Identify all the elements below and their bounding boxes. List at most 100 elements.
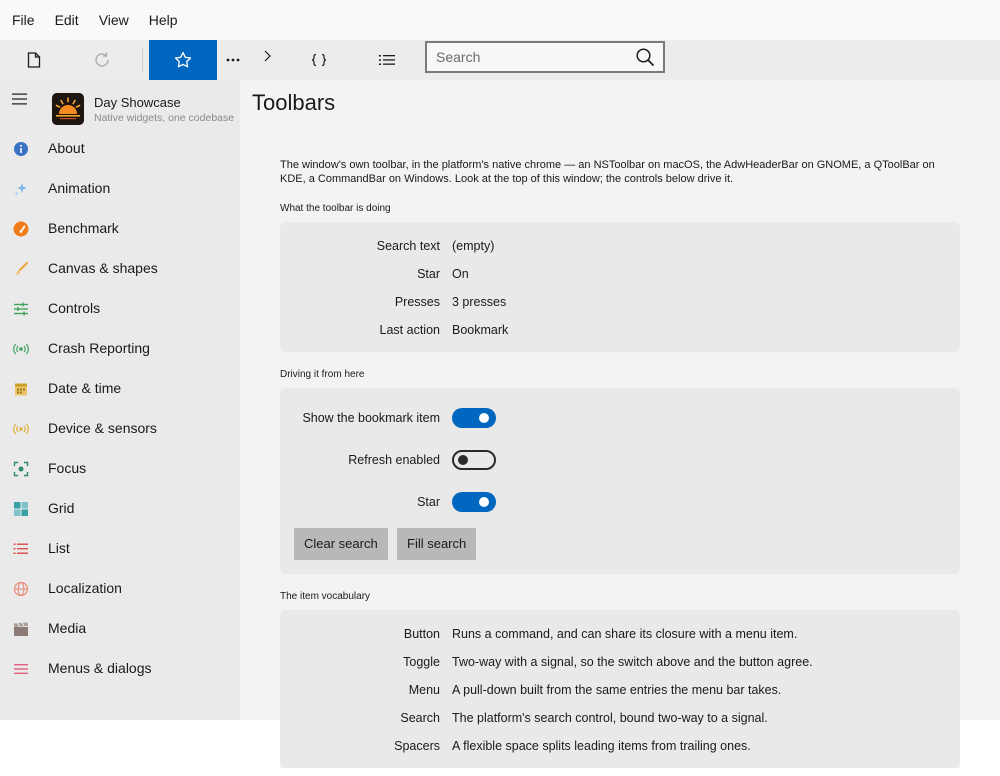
vocab-label-button: Button [403,627,440,641]
page-intro: The window's own toolbar, in the platfor… [280,159,935,185]
fill-search-button[interactable]: Fill search [397,528,477,560]
star-icon [174,51,192,68]
sidebar-item-list[interactable]: List [0,529,240,569]
status-card: Search text (empty) Star On Presses 3 pr… [280,222,960,352]
menu-edit[interactable]: Edit [45,0,89,40]
status-label-presses: Presses [394,295,440,309]
sidebar-item-label: About [48,140,85,156]
sparkle-icon [14,183,27,196]
refresh-icon [95,52,109,67]
menu-help[interactable]: Help [139,0,188,40]
sidebar-item-label: Date & time [48,380,122,396]
section-heading-vocabulary: The item vocabulary [280,591,371,602]
vocab-label-spacers: Spacers [394,739,440,753]
new-document-button[interactable] [14,40,54,80]
sidebar: Day Showcase Native widgets, one codebas… [0,80,240,720]
status-value-presses: 3 presses [452,295,507,309]
show-bookmark-toggle[interactable] [452,408,496,428]
status-value-search-text: (empty) [452,239,495,253]
vocab-desc-button: Runs a command, and can share its closur… [452,627,798,641]
sidebar-item-label: Media [48,620,87,636]
star-toggle[interactable] [452,492,496,512]
sidebar-item-label: Benchmark [48,220,119,236]
focus-icon [13,461,29,477]
section-heading-status: What the toolbar is doing [280,203,391,214]
sidebar-item-label: Canvas & shapes [48,260,158,276]
sidebar-item-label: Localization [48,580,122,596]
toolbar-search-box[interactable] [425,41,665,73]
toggle-label-star: Star [417,495,440,509]
sidebar-item-device-sensors[interactable]: Device & sensors [0,409,240,449]
sidebar-item-animation[interactable]: Animation [0,169,240,209]
sidebar-item-menus-dialogs[interactable]: Menus & dialogs [0,649,240,689]
refresh-button[interactable] [82,40,122,80]
vocab-desc-spacers: A flexible space splits leading items fr… [452,739,751,753]
status-value-last-action: Bookmark [452,323,509,337]
globe-icon [13,581,29,597]
toggle-label-show-bookmark: Show the bookmark item [302,411,440,425]
controls-card: Show the bookmark item Refresh enabled S… [280,388,960,574]
sidebar-item-label: Animation [48,180,111,196]
app-name: Day Showcase [94,95,181,110]
hamburger-menu-icon[interactable] [12,93,28,105]
sidebar-item-label: Focus [48,460,87,476]
toolbar-separator [142,48,143,72]
list-view-button[interactable] [368,40,406,80]
vocab-label-search: Search [400,711,440,725]
app-logo [52,93,84,125]
vocabulary-card: Button Runs a command, and can share its… [280,610,960,768]
section-heading-controls: Driving it from here [280,369,365,380]
sidebar-item-crash-reporting[interactable]: Crash Reporting [0,329,240,369]
list-icon [379,55,395,65]
vocab-desc-toggle: Two-way with a signal, so the switch abo… [452,655,813,669]
vocab-desc-menu: A pull-down built from the same entries … [452,683,782,697]
sidebar-item-label: Controls [48,300,101,316]
vocab-desc-search: The platform's search control, bound two… [452,711,768,725]
app-tagline: Native widgets, one codebase [94,112,235,124]
vocab-label-toggle: Toggle [403,655,440,669]
menu-file[interactable]: File [2,0,45,40]
sidebar-item-label: Crash Reporting [48,340,150,356]
sidebar-item-localization[interactable]: Localization [0,569,240,609]
more-icon [226,58,240,62]
sidebar-item-controls[interactable]: Controls [0,289,240,329]
sidebar-item-label: Grid [48,500,75,516]
sidebar-item-benchmark[interactable]: Benchmark [0,209,240,249]
search-icon[interactable] [635,47,655,67]
window-toolbar [0,40,1000,80]
braces-icon [311,53,327,67]
sliders-icon [14,302,28,316]
more-button[interactable] [220,40,246,80]
overflow-chevron-button[interactable] [256,36,278,76]
document-icon [27,52,41,68]
list-icon [13,543,28,554]
menu-bar: File Edit View Help [0,0,1000,40]
menu-view[interactable]: View [89,0,139,40]
sensor-icon [13,423,29,435]
sidebar-item-grid[interactable]: Grid [0,489,240,529]
grid-icon [14,502,28,516]
sidebar-item-date-time[interactable]: Date & time [0,369,240,409]
info-icon [14,142,28,156]
sidebar-item-media[interactable]: Media [0,609,240,649]
clear-search-button[interactable]: Clear search [294,528,388,560]
clapper-icon [14,622,28,636]
status-label-star: Star [417,267,440,281]
sidebar-item-canvas-shapes[interactable]: Canvas & shapes [0,249,240,289]
status-label-search-text: Search text [376,239,440,253]
page-title: Toolbars [252,90,336,115]
search-input[interactable] [427,44,627,70]
sidebar-item-label: Device & sensors [48,420,157,436]
code-button[interactable] [300,40,338,80]
calendar-icon [15,383,27,396]
brush-icon [15,262,28,275]
refresh-enabled-toggle[interactable] [452,450,496,470]
star-toggle-button[interactable] [149,40,217,80]
status-value-star: On [452,267,469,281]
status-label-last-action: Last action [379,323,440,337]
menu-icon [14,664,28,674]
sidebar-item-focus[interactable]: Focus [0,449,240,489]
sidebar-item-about[interactable]: About [0,129,240,169]
chevron-right-icon [264,50,271,62]
sunrise-logo-icon [52,93,84,125]
